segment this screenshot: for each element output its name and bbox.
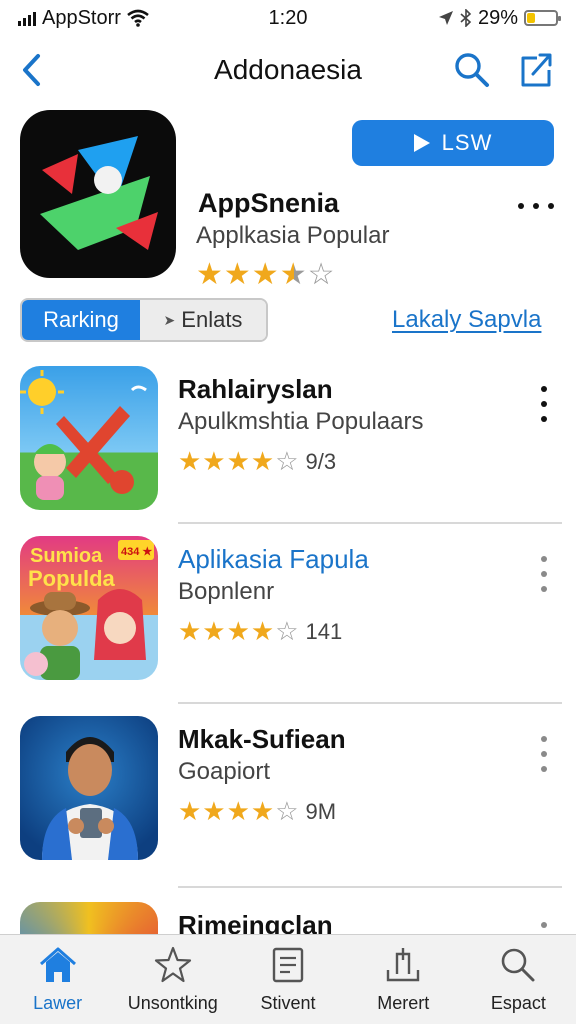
app-icon-populda: Sumioa Populda 434 ★: [20, 536, 158, 680]
app-subtitle: Bopnlenr: [178, 578, 275, 605]
star-filled: ★★★★: [178, 796, 276, 826]
battery-fill: [527, 13, 535, 23]
app-rating: ★★★★☆ 141: [178, 616, 342, 647]
tab-bar: Lawer Unsontking Stivent Merert Espact: [0, 934, 576, 1024]
rating-stars: ★★★★☆: [178, 796, 300, 827]
rating-stars: ★★★★☆: [178, 616, 300, 647]
divider: [178, 522, 562, 524]
star-empty: ☆: [275, 446, 300, 476]
status-time: 1:20: [268, 6, 308, 29]
person-with-phone-icon: [42, 737, 138, 860]
search-button[interactable]: [450, 50, 494, 90]
document-icon: [268, 945, 308, 985]
rating-count: 9M: [305, 798, 337, 824]
rating-count: 9/3: [305, 448, 337, 474]
battery-icon: [524, 10, 561, 26]
share-button[interactable]: [514, 48, 558, 92]
play-icon: [413, 134, 430, 152]
tab-enlats[interactable]: ➤ Enlats: [140, 300, 266, 340]
star-empty: ☆: [275, 616, 300, 646]
search-icon: [498, 945, 538, 985]
star-empty: ☆: [307, 258, 336, 291]
row-more-button[interactable]: [534, 386, 554, 422]
app-rating: ★★★★☆ 9M: [178, 796, 336, 827]
app-subtitle: Goapiort: [178, 758, 271, 785]
more-options-button[interactable]: [518, 196, 554, 216]
tab-label: Stivent: [260, 993, 316, 1013]
get-button-label: LSW: [441, 130, 493, 155]
app-title: Rahlairyslan: [178, 374, 333, 404]
list-item[interactable]: Mkak-Sufiean Goapiort ★★★★☆ 9M: [0, 712, 576, 888]
cartoon-illustration-icon: [20, 370, 147, 500]
nav-bar: Addonaesia: [0, 40, 576, 100]
search-icon: [455, 53, 489, 87]
app-rating: ★★★★☆ 9/3: [178, 446, 336, 477]
back-button[interactable]: [14, 50, 48, 90]
featured-app-icon[interactable]: [20, 110, 176, 278]
featured-app-name: AppSnenia: [198, 188, 340, 218]
tab-label: Unsontking: [127, 993, 218, 1013]
see-all-link[interactable]: Lakaly Sapvla: [392, 306, 541, 334]
featured-app: LSW AppSnenia Applkasia Popular ★★★★☆: [0, 108, 576, 298]
segment-control: Rarking ➤ Enlats: [20, 298, 268, 342]
tab-ranking[interactable]: Rarking: [22, 300, 140, 340]
get-button[interactable]: LSW: [352, 120, 554, 166]
app-icon-boy-phone: [20, 716, 158, 860]
app-logo-icon: [40, 136, 158, 250]
cartoon-characters-icon: Sumioa Populda 434 ★: [24, 540, 154, 680]
icon-text-bottom: Populda: [28, 566, 116, 591]
app-icon-cartoon-cross: [20, 366, 158, 510]
home-icon: [38, 945, 78, 985]
divider: [178, 702, 562, 704]
app-title: Aplikasia Fapula: [178, 544, 369, 574]
star-filled: ★★★★: [178, 616, 276, 646]
chevron-left-icon: [23, 54, 40, 86]
row-more-button[interactable]: [534, 736, 554, 772]
rating-stars: ★★★★☆: [178, 446, 300, 477]
divider: [178, 886, 562, 888]
tab-label: Espact: [490, 993, 546, 1013]
star-empty: ☆: [275, 796, 300, 826]
featured-rating-stars: ★★★★☆: [196, 260, 336, 290]
star-filled: ★★★: [196, 258, 280, 291]
icon-text-top: Sumioa: [30, 545, 103, 567]
star-filled: ★★★★: [178, 446, 276, 476]
tab-search[interactable]: Espact: [461, 935, 576, 1024]
icon-badge: 434 ★: [121, 546, 152, 558]
tab-ranking-nav[interactable]: Unsontking: [115, 935, 230, 1024]
tab-stivent[interactable]: Stivent: [230, 935, 345, 1024]
app-title: Mkak-Sufiean: [178, 724, 346, 754]
list-item[interactable]: Sumioa Populda 434 ★ Aplikasia Fapula Bo…: [0, 532, 576, 704]
star-icon: [153, 945, 193, 985]
status-bar: AppStorr 1:20 29%: [0, 0, 576, 36]
tab-merert[interactable]: Merert: [346, 935, 461, 1024]
tab-home[interactable]: Lawer: [0, 935, 115, 1024]
star-half: ★: [279, 258, 308, 291]
arrow-icon: ➤: [163, 311, 176, 328]
tab-label: Merert: [377, 993, 430, 1013]
app-subtitle: Apulkmshtia Populaars: [178, 408, 424, 435]
upload-tray-icon: [383, 945, 423, 985]
row-more-button[interactable]: [534, 556, 554, 592]
list-item[interactable]: Rahlairyslan Apulkmshtia Populaars ★★★★☆…: [0, 362, 576, 524]
share-icon: [521, 53, 552, 87]
tab-enlats-label: Enlats: [181, 307, 243, 332]
rating-count: 141: [305, 618, 343, 644]
featured-app-subtitle: Applkasia Popular: [196, 222, 390, 249]
tab-label: Lawer: [33, 993, 83, 1013]
